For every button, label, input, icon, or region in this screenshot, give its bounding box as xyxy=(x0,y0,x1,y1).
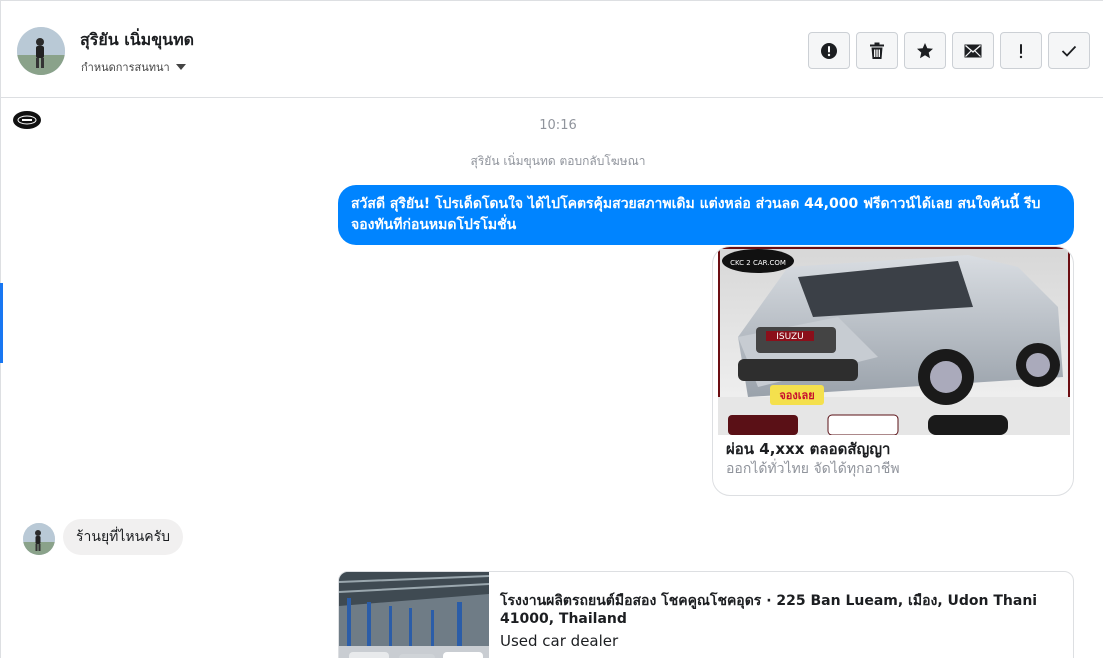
contact-avatar[interactable] xyxy=(17,27,65,75)
ad-preview-card[interactable]: ISUZU CKC 2 CAR.COM จองเลย ผ่อน 4,xxx ตล… xyxy=(712,246,1074,496)
checkmark-icon xyxy=(1061,45,1077,57)
contact-avatar-small xyxy=(23,523,55,555)
ad-subtitle: ออกได้ทั่วไทย จัดได้ทุกอาชีพ xyxy=(726,461,900,477)
alert-circle-icon xyxy=(821,42,837,59)
assign-conversation-label: กำหนดการสนทนา xyxy=(81,61,170,74)
replied-to-ad-notice: สุริยัน เนิ่มขุนทด ตอบกลับโฆษณา xyxy=(470,154,646,168)
star-button[interactable] xyxy=(904,32,946,69)
assign-conversation-dropdown[interactable]: กำหนดการสนทนา xyxy=(81,58,186,76)
outgoing-message-bubble[interactable]: สวัสดี สุริยัน! โปรเด็ดโดนใจ ได้ไปโคตรคุ… xyxy=(338,185,1074,245)
delete-button[interactable] xyxy=(856,32,898,69)
location-title: โรงงานผลิตรถยนต์มือสอง โชคคูณโชคอุดร · 2… xyxy=(500,593,1038,627)
follow-up-button[interactable] xyxy=(1000,32,1042,69)
star-icon xyxy=(917,42,933,58)
mark-unread-button[interactable] xyxy=(952,32,994,69)
exclamation-icon xyxy=(1019,43,1023,58)
conversation-actions xyxy=(808,32,1090,69)
ad-brand-text: CKC 2 CAR.COM xyxy=(730,259,786,267)
inbox-conversation-panel: สุริยัน เนิ่มขุนทด กำหนดการสนทนา 10:16 ส… xyxy=(0,0,1103,658)
contact-name[interactable]: สุริยัน เนิ่มขุนทด xyxy=(80,28,194,53)
caret-down-icon xyxy=(175,64,186,70)
message-timestamp: 10:16 xyxy=(539,118,577,133)
envelope-icon xyxy=(964,44,982,57)
message-thread: 10:16 สุริยัน เนิ่มขุนทด ตอบกลับโฆษณา สว… xyxy=(1,99,1103,658)
ad-image: ISUZU CKC 2 CAR.COM จองเลย xyxy=(718,247,1070,435)
report-spam-button[interactable] xyxy=(808,32,850,69)
trash-icon xyxy=(870,42,884,59)
mark-done-button[interactable] xyxy=(1048,32,1090,69)
location-subtitle: Used car dealer xyxy=(500,632,619,650)
conversation-header: สุริยัน เนิ่มขุนทด กำหนดการสนทนา xyxy=(1,1,1103,98)
location-card[interactable]: โรงงานผลิตรถยนต์มือสอง โชคคูณโชคอุดร · 2… xyxy=(338,571,1074,658)
location-image xyxy=(339,572,489,658)
ad-badge-text: จองเลย xyxy=(779,389,814,402)
ad-plate-text: ISUZU xyxy=(776,332,804,342)
incoming-message-bubble[interactable]: ร้านยุที่ไหนครับ xyxy=(63,519,183,555)
